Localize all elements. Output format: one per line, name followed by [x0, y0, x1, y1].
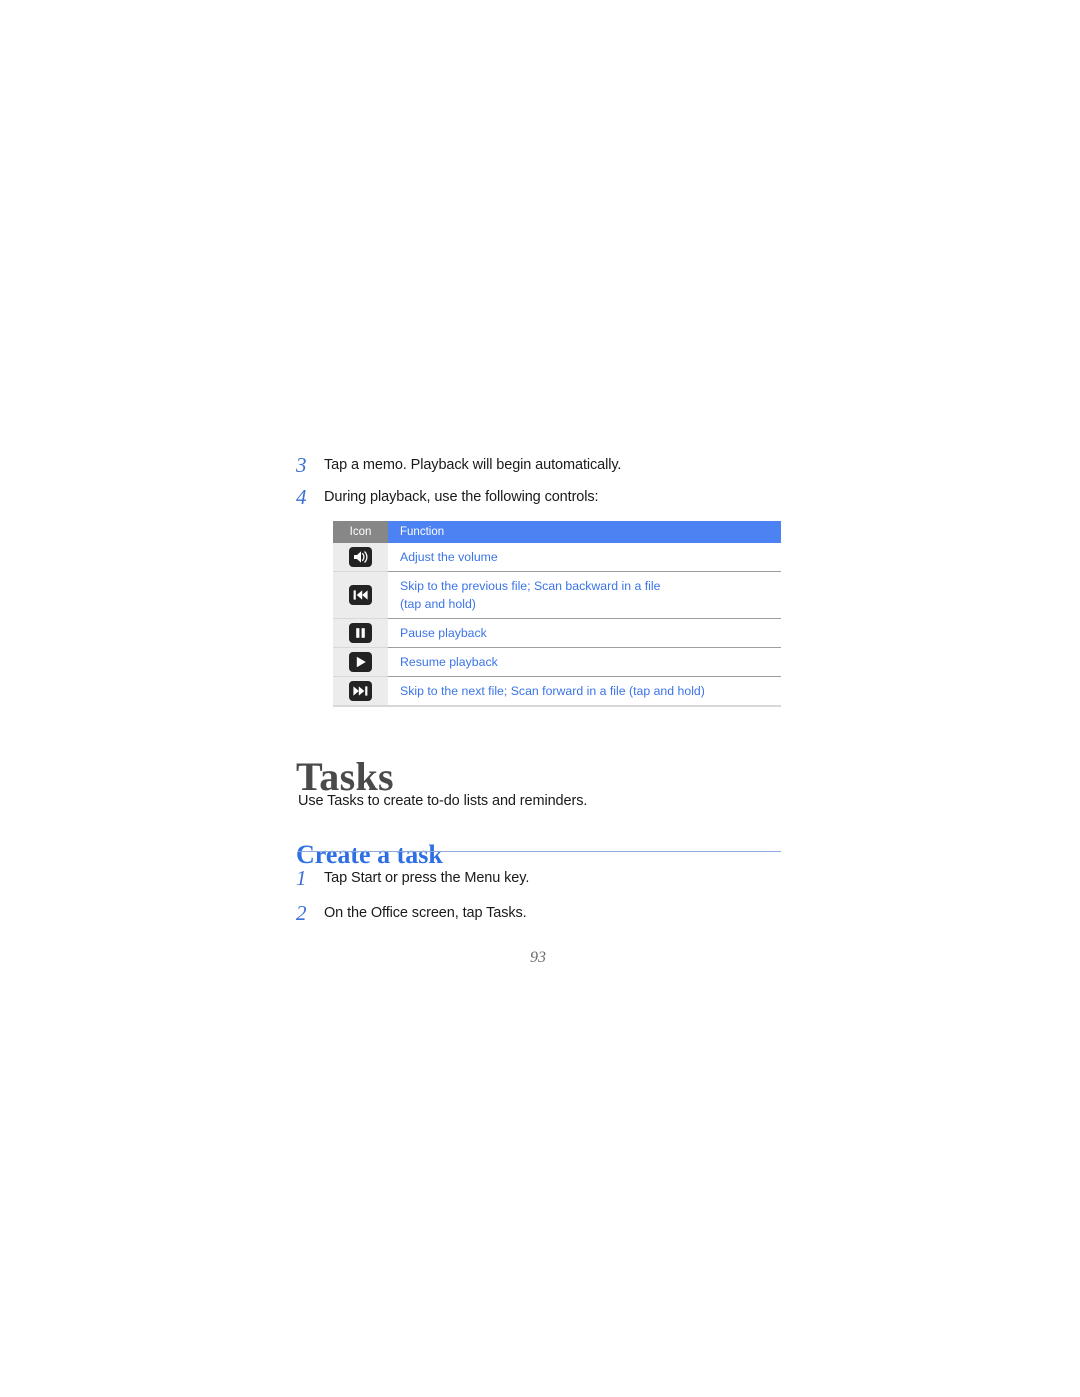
step-text: On the Office screen, tap Tasks.	[324, 905, 527, 921]
table-cell-function: Pause playback	[388, 618, 781, 648]
table-cell-icon	[333, 647, 388, 677]
list-item: 4 During playback, use the following con…	[296, 486, 796, 508]
function-text-line: Resume playback	[400, 655, 498, 669]
intro-paragraph: Use Tasks to create to-do lists and remi…	[298, 792, 588, 809]
skip-previous-icon	[349, 585, 372, 605]
column-header-icon: Icon	[333, 521, 388, 543]
document-page: 3 Tap a memo. Playback will begin automa…	[0, 0, 1080, 1397]
skip-next-icon	[349, 681, 372, 701]
step-text: During playback, use the following contr…	[324, 489, 599, 505]
subheading-divider	[298, 851, 781, 852]
volume-icon	[349, 547, 372, 567]
table-cell-function: Skip to the previous file; Scan backward…	[388, 571, 781, 619]
table-cell-icon	[333, 618, 388, 648]
table-body: Adjust the volume Skip to the previous f…	[333, 543, 781, 707]
list-item: 1 Tap Start or press the Menu key.	[296, 867, 796, 889]
playback-controls-table: Icon Function Adjust the volume Skip to …	[333, 521, 781, 707]
section-subheading: Create a task	[296, 839, 443, 869]
table-header: Icon Function	[333, 521, 781, 543]
function-text-line: Skip to the next file; Scan forward in a…	[400, 684, 705, 698]
function-text-line: Skip to the previous file; Scan backward…	[400, 579, 661, 593]
step-text: Tap Start or press the Menu key.	[324, 870, 530, 886]
table-row: Pause playback	[333, 618, 781, 648]
step-text: Tap a memo. Playback will begin automati…	[324, 457, 622, 473]
step-number: 3	[296, 453, 307, 477]
table-row: Resume playback	[333, 647, 781, 677]
list-item: 2 On the Office screen, tap Tasks.	[296, 902, 796, 924]
step-number: 4	[296, 485, 307, 509]
table-cell-icon	[333, 571, 388, 619]
pause-icon	[349, 623, 372, 643]
table-header-row: Icon Function	[333, 521, 781, 543]
function-text-line: (tap and hold)	[400, 597, 476, 611]
table-cell-function: Adjust the volume	[388, 543, 781, 572]
step-number: 1	[296, 866, 307, 890]
table-cell-icon	[333, 543, 388, 572]
table-row: Skip to the next file; Scan forward in a…	[333, 676, 781, 707]
table-cell-function: Skip to the next file; Scan forward in a…	[388, 676, 781, 707]
column-header-function: Function	[388, 521, 781, 543]
page-number: 93	[530, 949, 546, 966]
play-icon	[349, 652, 372, 672]
list-item: 3 Tap a memo. Playback will begin automa…	[296, 454, 796, 476]
function-text-line: Adjust the volume	[400, 550, 498, 564]
table-row: Skip to the previous file; Scan backward…	[333, 571, 781, 619]
function-text-line: Pause playback	[400, 626, 487, 640]
table-cell-icon	[333, 676, 388, 707]
table-cell-function: Resume playback	[388, 647, 781, 677]
table-row: Adjust the volume	[333, 543, 781, 572]
step-number: 2	[296, 901, 307, 925]
